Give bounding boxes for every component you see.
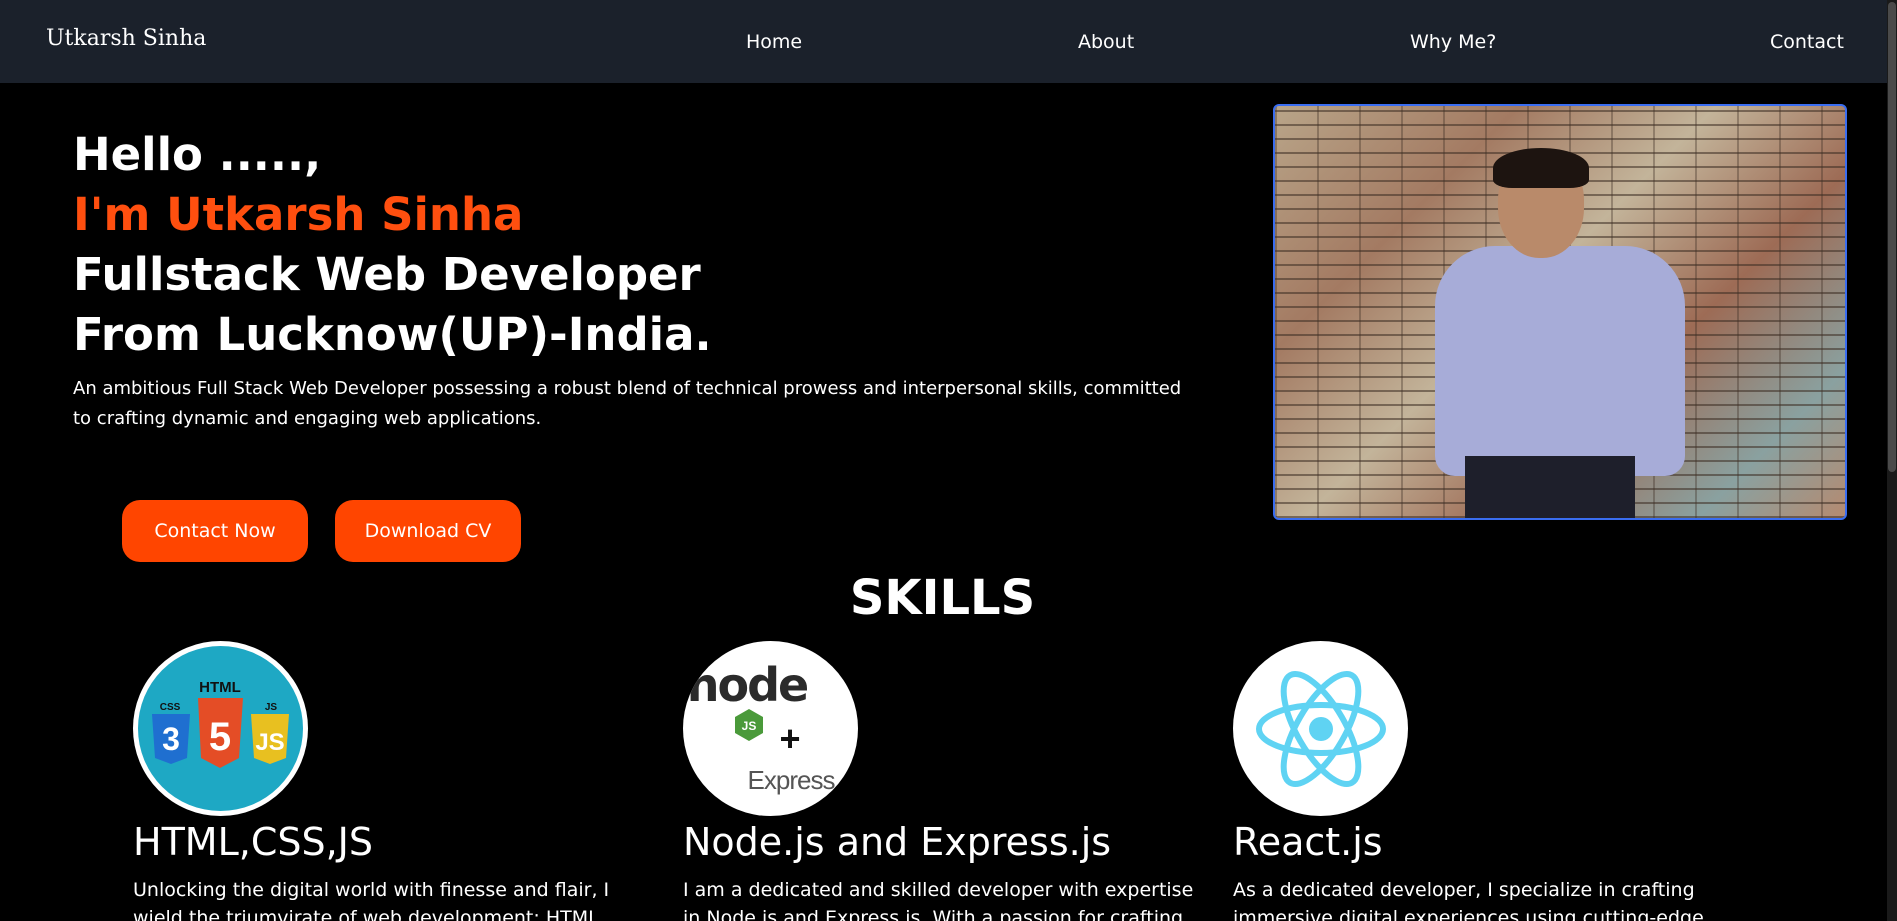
logo-node-text: node [687, 658, 807, 712]
portfolio-page: Utkarsh Sinha Home About Why Me? Contact… [0, 0, 1897, 921]
skill-react-logo [1233, 641, 1408, 816]
logo-js-label: JS [265, 702, 278, 713]
profile-photo-shirt [1435, 246, 1685, 476]
hero-name: I'm Utkarsh Sinha [73, 188, 524, 241]
nav-contact[interactable]: Contact [1770, 31, 1844, 53]
logo-js-badge: JS [255, 729, 284, 756]
logo-css-3: 3 [162, 721, 180, 757]
navbar: Utkarsh Sinha Home About Why Me? Contact [0, 0, 1897, 83]
logo-express-text: Express [748, 765, 836, 795]
profile-photo-trousers [1465, 456, 1635, 518]
html-css-js-logo-icon: HTML CSS JS 3 5 JS [138, 646, 303, 811]
profile-photo [1273, 104, 1847, 520]
logo-css-label: CSS [160, 702, 181, 713]
hero-description: An ambitious Full Stack Web Developer po… [73, 378, 1182, 429]
hero-location: From Lucknow(UP)-India. [73, 308, 712, 361]
skill-title-node-express: Node.js and Express.js [683, 820, 1112, 864]
nav-why-me[interactable]: Why Me? [1410, 31, 1496, 53]
skill-node-express-logo: node JS + Express [683, 641, 858, 816]
node-express-logo-icon: node JS + Express [687, 658, 837, 795]
logo-node-js-badge: JS [742, 719, 757, 733]
logo-html-label: HTML [199, 679, 241, 696]
hero-role: Fullstack Web Developer [73, 248, 701, 301]
hero-greeting: Hello ....., [73, 128, 322, 181]
skills-heading: SKILLS [849, 570, 1036, 626]
logo-plus-sign: + [779, 718, 800, 759]
contact-now-button[interactable]: Contact Now [122, 500, 308, 562]
skill-desc-html-css-js: Unlocking the digital world with finesse… [133, 879, 610, 921]
nav-about[interactable]: About [1078, 31, 1134, 53]
brand-name[interactable]: Utkarsh Sinha [46, 26, 206, 51]
skill-title-react: React.js [1233, 820, 1383, 864]
nav-home[interactable]: Home [746, 31, 802, 53]
scrollbar-thumb[interactable] [1888, 2, 1896, 472]
skill-title-html-css-js: HTML,CSS,JS [133, 820, 374, 864]
page-scrollbar[interactable] [1887, 0, 1897, 921]
skill-desc-react: As a dedicated developer, I specialize i… [1233, 879, 1704, 921]
logo-html-5: 5 [209, 715, 231, 759]
download-cv-button[interactable]: Download CV [335, 500, 521, 562]
profile-photo-hair [1493, 148, 1589, 188]
skill-html-css-js-logo: HTML CSS JS 3 5 JS [133, 641, 308, 816]
react-logo-icon [1255, 670, 1386, 787]
skill-desc-node-express: I am a dedicated and skilled developer w… [683, 879, 1194, 921]
